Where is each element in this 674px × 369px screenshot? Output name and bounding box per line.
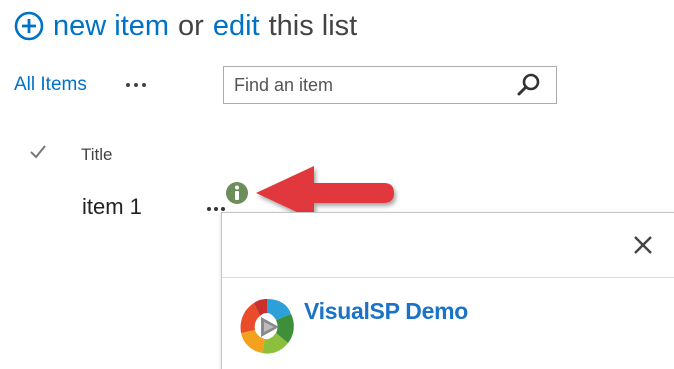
info-icon[interactable]: [225, 181, 249, 205]
ellipsis-dot-icon: [221, 207, 225, 211]
new-item-link[interactable]: new item: [53, 10, 169, 43]
header-or-text: or: [178, 9, 204, 42]
search-input[interactable]: [224, 68, 516, 102]
close-icon[interactable]: [632, 234, 654, 256]
all-items-view-link[interactable]: All Items: [14, 74, 87, 96]
search-icon[interactable]: [516, 72, 542, 98]
ellipsis-dot-icon: [125, 83, 130, 87]
ellipsis-dot-icon: [207, 207, 211, 211]
page: new item or edit this list All Items Ti: [0, 0, 674, 369]
list-item-title[interactable]: item 1: [82, 194, 142, 220]
plus-circle-icon[interactable]: [14, 11, 44, 41]
column-header-title[interactable]: Title: [81, 145, 113, 165]
visualsp-logo-icon: [236, 296, 298, 358]
item-callout-panel: VisualSP Demo: [221, 212, 674, 369]
list-header: new item or edit this list: [14, 6, 357, 46]
ellipsis-dot-icon: [133, 83, 138, 87]
edit-list-link[interactable]: edit: [213, 10, 260, 43]
view-toolbar: All Items: [14, 66, 151, 104]
ellipsis-dot-icon: [214, 207, 218, 211]
search-box: [223, 66, 557, 104]
callout-body: VisualSP Demo: [222, 278, 674, 369]
callout-header: [222, 213, 674, 278]
ellipsis-dot-icon: [141, 83, 146, 87]
view-options-ellipsis-button[interactable]: [121, 75, 151, 95]
checkmark-icon[interactable]: [28, 142, 48, 162]
header-this-list-text: this list: [268, 9, 358, 42]
callout-item-title-link[interactable]: VisualSP Demo: [304, 298, 468, 325]
